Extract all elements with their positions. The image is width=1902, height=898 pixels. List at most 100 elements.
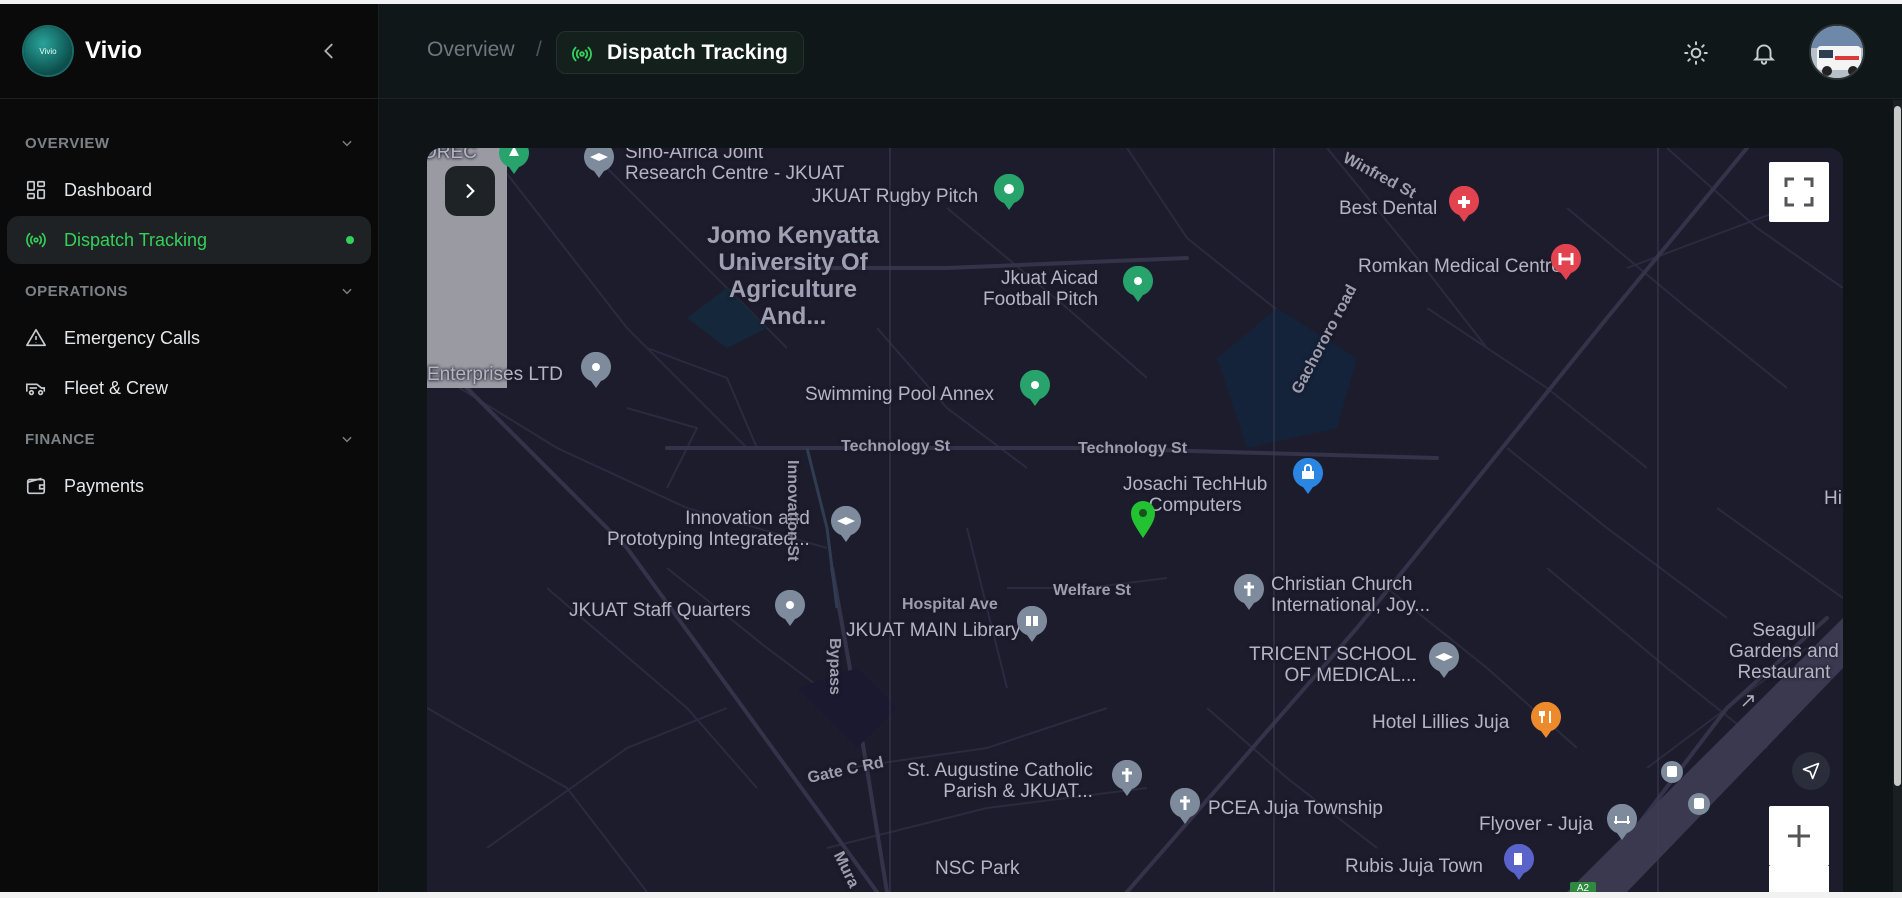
map-label-sino: Sino-Africa Joint Research Centre - JKUA…: [625, 148, 845, 184]
navigation-arrow-icon: [1802, 762, 1820, 780]
broadcast-icon: [26, 232, 46, 248]
top-header: Overview / Dispatch Tracking: [379, 4, 1902, 99]
map-label-tech1: Technology St: [841, 438, 951, 455]
route-shield-a2: A2: [1570, 882, 1596, 892]
current-location-pin-icon[interactable]: [1129, 500, 1157, 540]
sidebar-item-label: Dispatch Tracking: [64, 229, 208, 250]
map-label-jomo: Jomo Kenyatta University Of Agriculture …: [707, 222, 880, 330]
church-pin-icon[interactable]: [1232, 574, 1266, 612]
breadcrumb-current-label: Dispatch Tracking: [607, 40, 788, 64]
one-way-arrow-icon: [1742, 695, 1754, 707]
section-finance[interactable]: FINANCE: [0, 428, 378, 450]
map-label-aicad: Jkuat Aicad Football Pitch: [983, 268, 1099, 310]
map-label-augustine: St. Augustine Catholic Parish & JKUAT...: [907, 760, 1093, 802]
sidebar-item-emergency-calls[interactable]: Emergency Calls: [7, 314, 371, 362]
map-label-pool: Swimming Pool Annex: [805, 384, 995, 405]
map-label-dental: Best Dental: [1339, 198, 1438, 219]
logo[interactable]: Vivio: [24, 27, 72, 75]
pool-pin-icon[interactable]: [1018, 370, 1052, 408]
map[interactable]: OREC Sino-Africa Joint Research Centre -…: [427, 148, 1843, 892]
bell-icon[interactable]: [1751, 40, 1777, 66]
breadcrumb-current: Dispatch Tracking: [556, 31, 804, 74]
sidebar-item-dispatch-tracking[interactable]: Dispatch Tracking: [7, 216, 371, 264]
ambulance-icon: [26, 383, 46, 396]
fullscreen-button[interactable]: [1769, 162, 1829, 222]
map-label-rugby: JKUAT Rugby Pitch: [812, 186, 979, 207]
map-label-enterprises: Enterprises LTD: [427, 364, 563, 385]
school-pin-icon[interactable]: [582, 148, 616, 180]
place-pin-icon[interactable]: [773, 590, 807, 628]
dental-pin-icon[interactable]: [1447, 186, 1481, 224]
breadcrumb-separator: /: [536, 38, 542, 61]
sidebar-item-label: Dashboard: [64, 179, 153, 200]
map-label-tech2: Technology St: [1078, 440, 1188, 457]
section-finance-label: FINANCE: [25, 430, 96, 448]
sidebar: Vivio Vivio OVERVIEW Dashboard Dispatch …: [0, 4, 379, 892]
map-label-seagull: Seagull Gardens and Restaurant: [1729, 620, 1839, 683]
wallet-icon: [26, 477, 46, 495]
section-operations-label: OPERATIONS: [25, 282, 129, 300]
park-pin-icon[interactable]: [497, 148, 531, 176]
bridge-pin-icon[interactable]: [1605, 804, 1639, 842]
sidebar-item-dashboard[interactable]: Dashboard: [7, 166, 371, 214]
map-label-innov-st: Innovation St: [784, 460, 801, 562]
page-scrollbar-thumb[interactable]: [1894, 106, 1901, 786]
section-overview-label: OVERVIEW: [25, 134, 110, 152]
sports-pin-icon[interactable]: [992, 174, 1026, 212]
map-label-innovation: Innovation and Prototyping Integrated...: [607, 508, 810, 550]
library-pin-icon[interactable]: [1015, 606, 1049, 644]
app-name: Vivio: [85, 37, 142, 64]
brand: Vivio Vivio: [0, 4, 378, 99]
shopping-pin-icon[interactable]: [1291, 458, 1325, 496]
fuel-pin-icon[interactable]: [1502, 844, 1536, 882]
map-label-hi: Hi: [1824, 488, 1842, 509]
map-label-rubis: Rubis Juja Town: [1345, 856, 1484, 877]
bus-stop-icon[interactable]: [1660, 760, 1684, 784]
avatar[interactable]: [1809, 24, 1865, 80]
broadcast-icon: [572, 46, 592, 62]
place-pin-icon[interactable]: [579, 352, 613, 390]
map-label-lillies: Hotel Lillies Juja: [1372, 712, 1510, 733]
map-label-pcea: PCEA Juja Township: [1208, 798, 1383, 819]
sidebar-item-label: Fleet & Crew: [64, 377, 169, 398]
church-pin-icon[interactable]: [1168, 788, 1202, 826]
map-label-romkan: Romkan Medical Centre: [1358, 256, 1562, 277]
map-label-welfare: Welfare St: [1053, 582, 1131, 599]
map-label-hospital-ave: Hospital Ave: [902, 596, 998, 613]
chevron-down-icon: [342, 140, 352, 147]
school-pin-icon[interactable]: [1427, 642, 1461, 680]
alert-triangle-icon: [26, 328, 46, 347]
zoom-out-button[interactable]: [1769, 866, 1829, 892]
church-pin-icon[interactable]: [1110, 760, 1144, 798]
logo-text: Vivio: [39, 46, 57, 56]
restaurant-pin-icon[interactable]: [1529, 702, 1563, 740]
sidebar-item-label: Emergency Calls: [64, 327, 201, 348]
sidebar-item-fleet-crew[interactable]: Fleet & Crew: [7, 364, 371, 412]
plus-icon: [1788, 825, 1810, 847]
expand-panel-button[interactable]: [445, 166, 495, 216]
school-pin-icon[interactable]: [829, 506, 863, 544]
zoom-in-button[interactable]: [1769, 806, 1829, 866]
pitch-pin-icon[interactable]: [1121, 266, 1155, 304]
map-label-orec: OREC: [427, 148, 477, 163]
my-location-button[interactable]: [1792, 752, 1830, 790]
active-indicator-dot: [346, 236, 354, 244]
map-label-bypass: Bypass: [826, 638, 843, 695]
map-label-tricent: TRICENT SCHOOL OF MEDICAL...: [1249, 644, 1417, 686]
section-operations[interactable]: OPERATIONS: [0, 280, 378, 302]
chevron-down-icon: [342, 436, 352, 443]
sidebar-item-label: Payments: [64, 475, 145, 496]
map-label-nsc: NSC Park: [935, 858, 1020, 879]
sun-icon[interactable]: [1683, 40, 1709, 66]
avatar-image: [1811, 26, 1863, 78]
map-label-flyover: Flyover - Juja: [1479, 814, 1594, 835]
browser-bottom-strip: [0, 892, 1902, 898]
bus-stop-icon[interactable]: [1687, 792, 1711, 816]
chevron-left-icon[interactable]: [318, 40, 340, 62]
breadcrumb-overview[interactable]: Overview: [427, 38, 515, 62]
section-overview[interactable]: OVERVIEW: [0, 132, 378, 154]
map-label-library: JKUAT MAIN Library: [846, 620, 1021, 641]
chevron-right-icon: [466, 184, 475, 198]
hospital-pin-icon[interactable]: [1549, 244, 1583, 282]
sidebar-item-payments[interactable]: Payments: [7, 462, 371, 510]
